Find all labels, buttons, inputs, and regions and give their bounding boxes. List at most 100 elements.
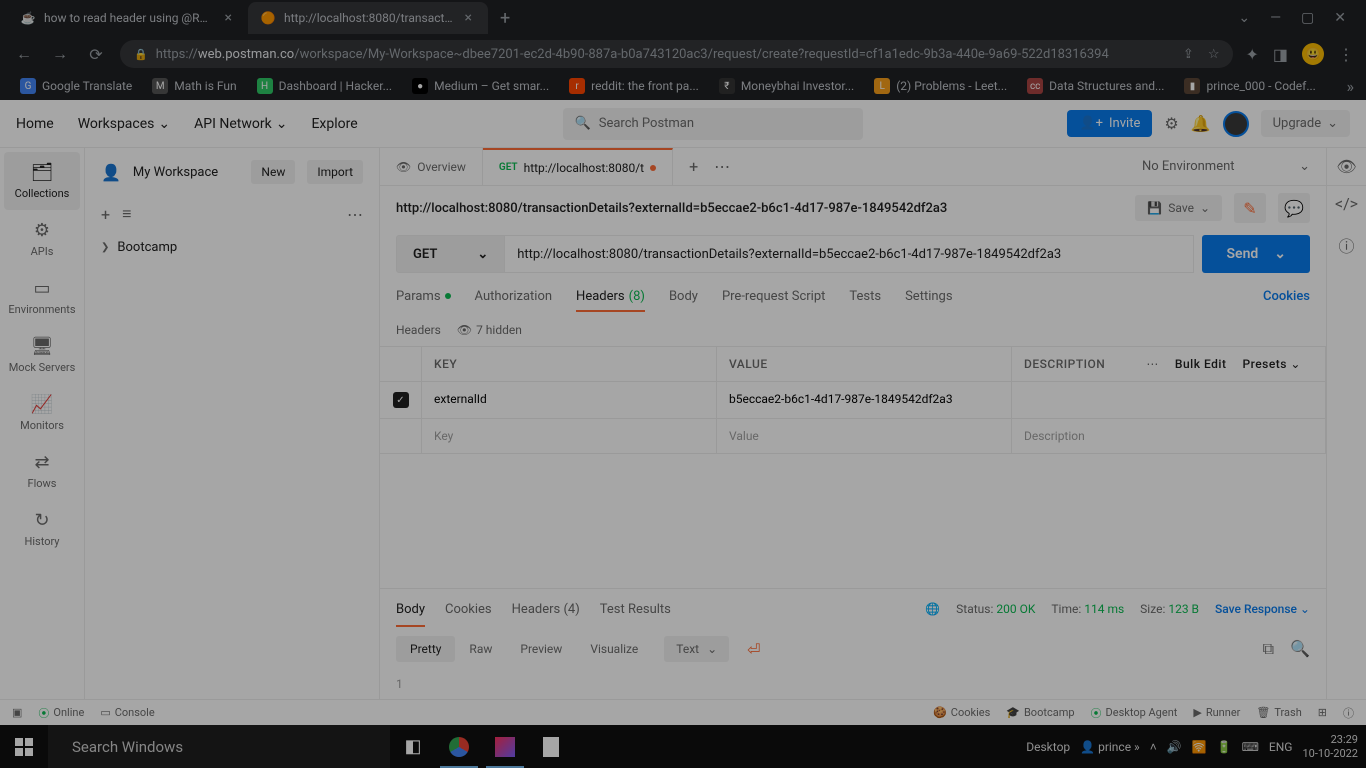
search-icon[interactable]: 🔍 [1290, 639, 1310, 659]
more-icon[interactable]: ⋯ [1146, 357, 1159, 371]
menu-icon[interactable]: ⋮ [1338, 45, 1354, 64]
wifi-icon[interactable]: 🛜 [1192, 740, 1207, 754]
bookmark-hackerrank[interactable]: HDashboard | Hacker... [249, 74, 400, 98]
start-button[interactable] [0, 725, 48, 768]
nav-api-network[interactable]: API Network ⌄ [194, 116, 287, 132]
battery-icon[interactable]: 🔋 [1217, 740, 1232, 754]
resp-tab-tests[interactable]: Test Results [600, 592, 671, 627]
nav-workspaces[interactable]: Workspaces ⌄ [78, 116, 170, 132]
clock[interactable]: 23:29 10-10-2022 [1302, 733, 1358, 759]
footer-help-icon[interactable]: ⓘ [1343, 705, 1354, 721]
header-desc-input[interactable]: Description [1012, 419, 1326, 453]
nav-explore[interactable]: Explore [311, 116, 357, 132]
sidebar-collections[interactable]: 🗂Collections [4, 152, 80, 210]
tab-body[interactable]: Body [669, 281, 698, 312]
more-icon[interactable]: ⋯ [714, 157, 730, 176]
forward-button[interactable]: → [48, 44, 72, 64]
view-preview[interactable]: Preview [506, 636, 576, 662]
user-label[interactable]: 👤 prince » [1080, 740, 1140, 754]
url-input[interactable]: 🔒 https://web.postman.co/workspace/My-Wo… [120, 40, 1233, 68]
code-icon[interactable]: </> [1335, 194, 1358, 213]
wrap-lines-icon[interactable]: ⏎ [737, 634, 770, 665]
add-tab-icon[interactable]: + [689, 157, 698, 176]
invite-button[interactable]: 👤+Invite [1067, 110, 1152, 137]
extensions-icon[interactable]: ✦ [1245, 45, 1258, 64]
resp-tab-body[interactable]: Body [396, 592, 425, 627]
view-visualize[interactable]: Visualize [576, 636, 652, 662]
maximize-icon[interactable]: ▢ [1301, 10, 1314, 26]
profile-icon[interactable]: 😃 [1302, 43, 1324, 65]
sidepanel-icon[interactable]: ◨ [1273, 45, 1288, 64]
bookmark-math-is-fun[interactable]: MMath is Fun [144, 74, 244, 98]
tray-expand-icon[interactable]: ˄ [1150, 740, 1157, 754]
online-status[interactable]: ⦿Online [38, 705, 84, 721]
bookmark-datastructures[interactable]: ccData Structures and... [1019, 74, 1172, 98]
notifications-icon[interactable]: 🔔 [1191, 114, 1211, 133]
footer-runner[interactable]: ▶ Runner [1193, 705, 1240, 721]
sidebar-history[interactable]: ↻History [4, 500, 80, 558]
bookmark-moneybhai[interactable]: ₹Moneybhai Investor... [711, 74, 862, 98]
tab-tests[interactable]: Tests [849, 281, 881, 312]
close-icon[interactable]: ✕ [1334, 10, 1346, 26]
tab-headers[interactable]: Headers (8) [576, 281, 645, 312]
task-view-icon[interactable]: ◧ [390, 725, 436, 768]
nav-home[interactable]: Home [16, 116, 54, 132]
new-tab-button[interactable]: + [488, 8, 522, 29]
footer-trash[interactable]: 🗑 Trash [1256, 705, 1301, 721]
upgrade-button[interactable]: Upgrade⌄ [1261, 110, 1350, 137]
chrome-icon[interactable] [436, 725, 482, 768]
settings-icon[interactable]: ⚙ [1164, 114, 1178, 133]
reload-button[interactable]: ⟳ [84, 45, 108, 64]
resp-tab-cookies[interactable]: Cookies [445, 592, 492, 627]
new-button[interactable]: New [251, 160, 295, 184]
bookmark-overflow[interactable]: » [1347, 77, 1355, 96]
keyboard-icon[interactable]: ⌨ [1242, 740, 1259, 754]
intellij-icon[interactable] [482, 725, 528, 768]
file-icon[interactable] [528, 725, 574, 768]
chevron-down-icon[interactable]: ⌄ [1238, 10, 1250, 26]
view-pretty[interactable]: Pretty [396, 636, 455, 662]
url-field[interactable]: http://localhost:8080/transactionDetails… [505, 235, 1194, 273]
panel-icon[interactable]: ▣ [12, 706, 22, 719]
browser-tab-2[interactable]: 🟠 http://localhost:8080/transaction... × [248, 2, 488, 34]
more-icon[interactable]: ⋯ [347, 205, 363, 224]
sidebar-apis[interactable]: ⚙APIs [4, 210, 80, 268]
tab-overview[interactable]: 👁Overview [380, 148, 483, 185]
save-response-button[interactable]: Save Response ⌄ [1215, 602, 1310, 616]
header-value-input[interactable]: b5eccae2-b6c1-4d17-987e-1849542df2a3 [717, 382, 1012, 418]
windows-search[interactable]: Search Windows [48, 725, 390, 768]
language-select[interactable]: Text⌄ [664, 636, 729, 662]
header-key-input[interactable]: Key [422, 419, 717, 453]
import-button[interactable]: Import [307, 160, 363, 184]
add-icon[interactable]: + [101, 205, 110, 224]
bookmark-leetcode[interactable]: L(2) Problems - Leet... [866, 74, 1015, 98]
back-button[interactable]: ← [12, 44, 36, 64]
close-icon[interactable]: × [461, 10, 476, 26]
footer-layout-icon[interactable]: ⊞ [1318, 705, 1327, 721]
language-indicator[interactable]: ENG [1269, 740, 1293, 754]
hidden-headers-toggle[interactable]: 👁7 hidden [457, 323, 522, 337]
header-value-input[interactable]: Value [717, 419, 1012, 453]
footer-cookies[interactable]: 🍪 Cookies [933, 705, 990, 721]
sidebar-environments[interactable]: ▭Environments [4, 268, 80, 326]
bulk-edit-link[interactable]: Bulk Edit [1175, 357, 1227, 371]
collection-bootcamp[interactable]: ❯ Bootcamp [85, 232, 379, 263]
tab-settings[interactable]: Settings [905, 281, 952, 312]
response-body[interactable]: 1 [380, 669, 1326, 699]
cookies-link[interactable]: Cookies [1263, 289, 1310, 304]
environment-select[interactable]: No Environment⌄ [1126, 148, 1326, 185]
star-icon[interactable]: ☆ [1208, 47, 1220, 62]
footer-agent[interactable]: ⦿Desktop Agent [1091, 705, 1178, 721]
row-checkbox[interactable]: ✓ [393, 392, 409, 408]
header-desc-input[interactable] [1012, 382, 1326, 418]
browser-tab-1[interactable]: ☕ how to read header using @Req... × [8, 2, 248, 34]
presets-select[interactable]: Presets ⌄ [1242, 357, 1301, 371]
bookmark-codechef[interactable]: ▮prince_000 - Codef... [1176, 74, 1323, 98]
method-select[interactable]: GET⌄ [396, 235, 505, 273]
view-raw[interactable]: Raw [455, 636, 506, 662]
console-button[interactable]: ▭ Console [100, 706, 154, 719]
tab-prerequest[interactable]: Pre-request Script [722, 281, 825, 312]
search-input[interactable]: 🔍 Search Postman [563, 108, 863, 140]
close-icon[interactable]: × [221, 10, 236, 26]
sidebar-mock-servers[interactable]: 🖥Mock Servers [4, 326, 80, 384]
